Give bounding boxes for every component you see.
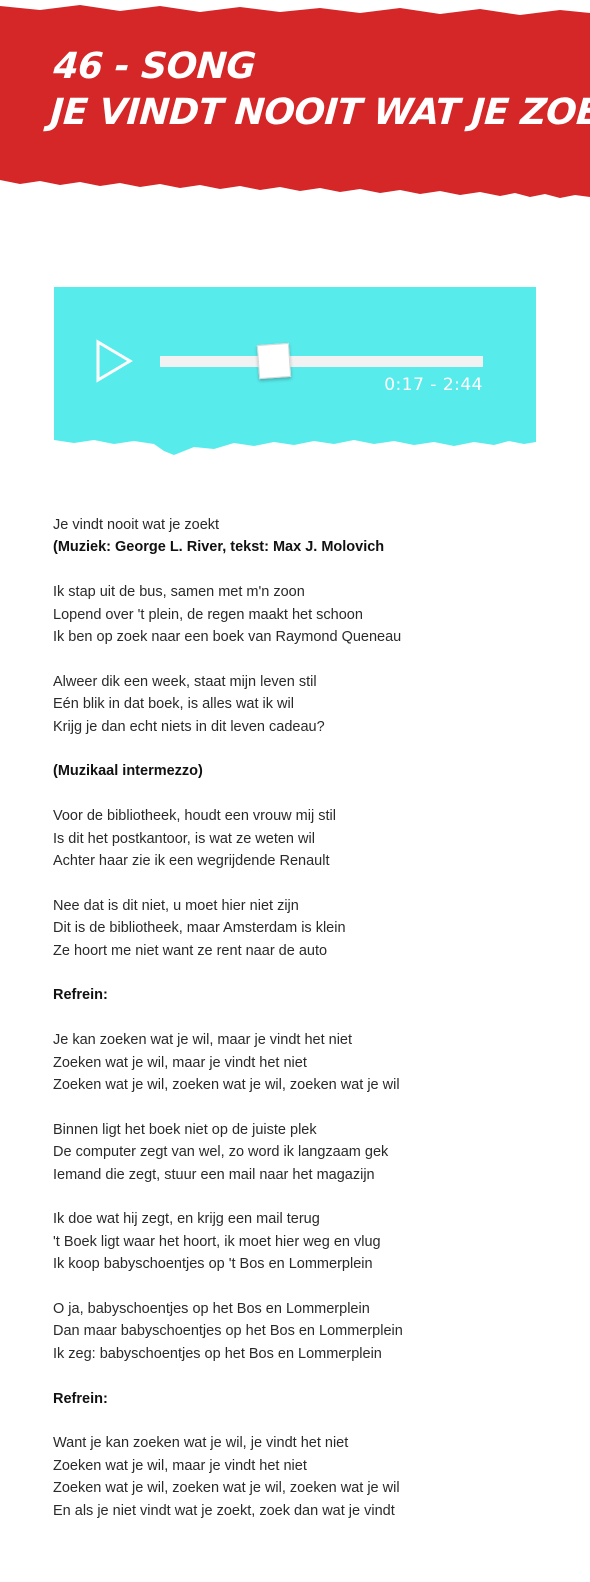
seek-bar[interactable] <box>160 342 483 380</box>
lyrics-line: Voor de bibliotheek, houdt een vrouw mij… <box>53 808 336 825</box>
time-display: 0:17 - 2:44 <box>384 375 483 395</box>
lyrics-line: Je kan zoeken wat je wil, maar je vindt … <box>53 1032 353 1049</box>
lyrics-line: Ze hoort me niet want ze rent naar de au… <box>53 942 328 959</box>
song-lyrics: Je vindt nooit wat je zoekt (Muziek: Geor… <box>53 514 553 1522</box>
page-title: 46 - SONG JE VINDT NOOIT WAT JE ZOEKT <box>49 44 590 136</box>
lyrics-heading: Refrein: <box>53 1390 108 1407</box>
lyrics-line: Ik doe wat hij zegt, en krijg een mail t… <box>53 1211 320 1228</box>
lyrics-line: Krijg je dan echt niets in dit leven cad… <box>53 718 325 735</box>
lyrics-line: Zoeken wat je wil, maar je vindt het nie… <box>53 1054 307 1071</box>
lyrics-line: Je vindt nooit wat je zoekt <box>53 517 220 533</box>
stanza-gap <box>53 1007 553 1029</box>
lyrics-line: En als je niet vindt wat je zoekt, zoek … <box>53 1502 395 1519</box>
stanza-gap <box>53 1276 553 1298</box>
stanza-gap <box>53 1410 553 1432</box>
lyrics-line: Zoeken wat je wil, maar je vindt het nie… <box>53 1457 307 1474</box>
lyrics-line: Iemand die zegt, stuur een mail naar het… <box>53 1166 375 1183</box>
stanza-gap <box>53 1365 553 1387</box>
lyrics-line: De computer zegt van wel, zo word ik lan… <box>53 1144 389 1161</box>
stanza-gap <box>53 559 553 581</box>
lyrics-line: Ik ben op zoek naar een boek van Raymond… <box>53 629 402 646</box>
lyrics-line: Dan maar babyschoentjes op het Bos en Lo… <box>53 1323 403 1340</box>
stanza-gap <box>53 783 553 805</box>
seek-handle[interactable] <box>256 342 292 380</box>
lyrics-line: Dit is de bibliotheek, maar Amsterdam is… <box>53 920 346 937</box>
lyrics-line: Binnen ligt het boek niet op de juiste p… <box>53 1121 317 1138</box>
stanza-gap <box>53 962 553 984</box>
play-icon <box>96 339 133 383</box>
lyrics-line: Zoeken wat je wil, zoeken wat je wil, zo… <box>53 1077 400 1094</box>
stanza-gap <box>53 1186 553 1208</box>
title-banner: 46 - SONG JE VINDT NOOIT WAT JE ZOEKT <box>0 0 590 205</box>
lyrics-line: Ik zeg: babyschoentjes op het Bos en Lom… <box>53 1345 382 1362</box>
lyrics-heading: Refrein: <box>53 987 108 1004</box>
stanza-gap <box>53 1096 553 1118</box>
lyrics-line: Eén blik in dat boek, is alles wat ik wi… <box>53 696 294 713</box>
stanza-gap <box>53 648 553 670</box>
title-line-song: JE VINDT NOOIT WAT JE ZOEKT <box>48 92 590 133</box>
lyrics-heading: (Muzikaal intermezzo) <box>53 763 203 780</box>
lyrics-line: Achter haar zie ik een wegrijdende Renau… <box>53 853 330 870</box>
lyrics-line: Nee dat is dit niet, u moet hier niet zi… <box>53 897 299 914</box>
lyrics-line: Lopend over 't plein, de regen maakt het… <box>53 606 363 623</box>
lyrics-line: Zoeken wat je wil, zoeken wat je wil, zo… <box>53 1480 400 1497</box>
lyrics-line: Ik koop babyschoentjes op 't Bos en Lomm… <box>53 1256 373 1273</box>
lyrics-line: 't Boek ligt waar het hoort, ik moet hie… <box>53 1233 381 1250</box>
lyrics-line: Want je kan zoeken wat je wil, je vindt … <box>53 1435 349 1452</box>
lyrics-heading: (Muziek: George L. River, tekst: Max J. … <box>53 539 385 556</box>
stanza-gap <box>53 872 553 894</box>
title-line-number: 46 - SONG <box>52 46 257 87</box>
play-button[interactable] <box>94 339 134 383</box>
audio-player: 0:17 - 2:44 <box>54 287 536 462</box>
stanza-gap <box>53 738 553 760</box>
lyrics-line: Is dit het postkantoor, is wat ze weten … <box>53 830 315 847</box>
lyrics-line: Alweer dik een week, staat mijn leven st… <box>53 673 317 690</box>
lyrics-line: O ja, babyschoentjes op het Bos en Lomme… <box>53 1301 370 1318</box>
lyrics-line: Ik stap uit de bus, samen met m'n zoon <box>53 584 305 601</box>
